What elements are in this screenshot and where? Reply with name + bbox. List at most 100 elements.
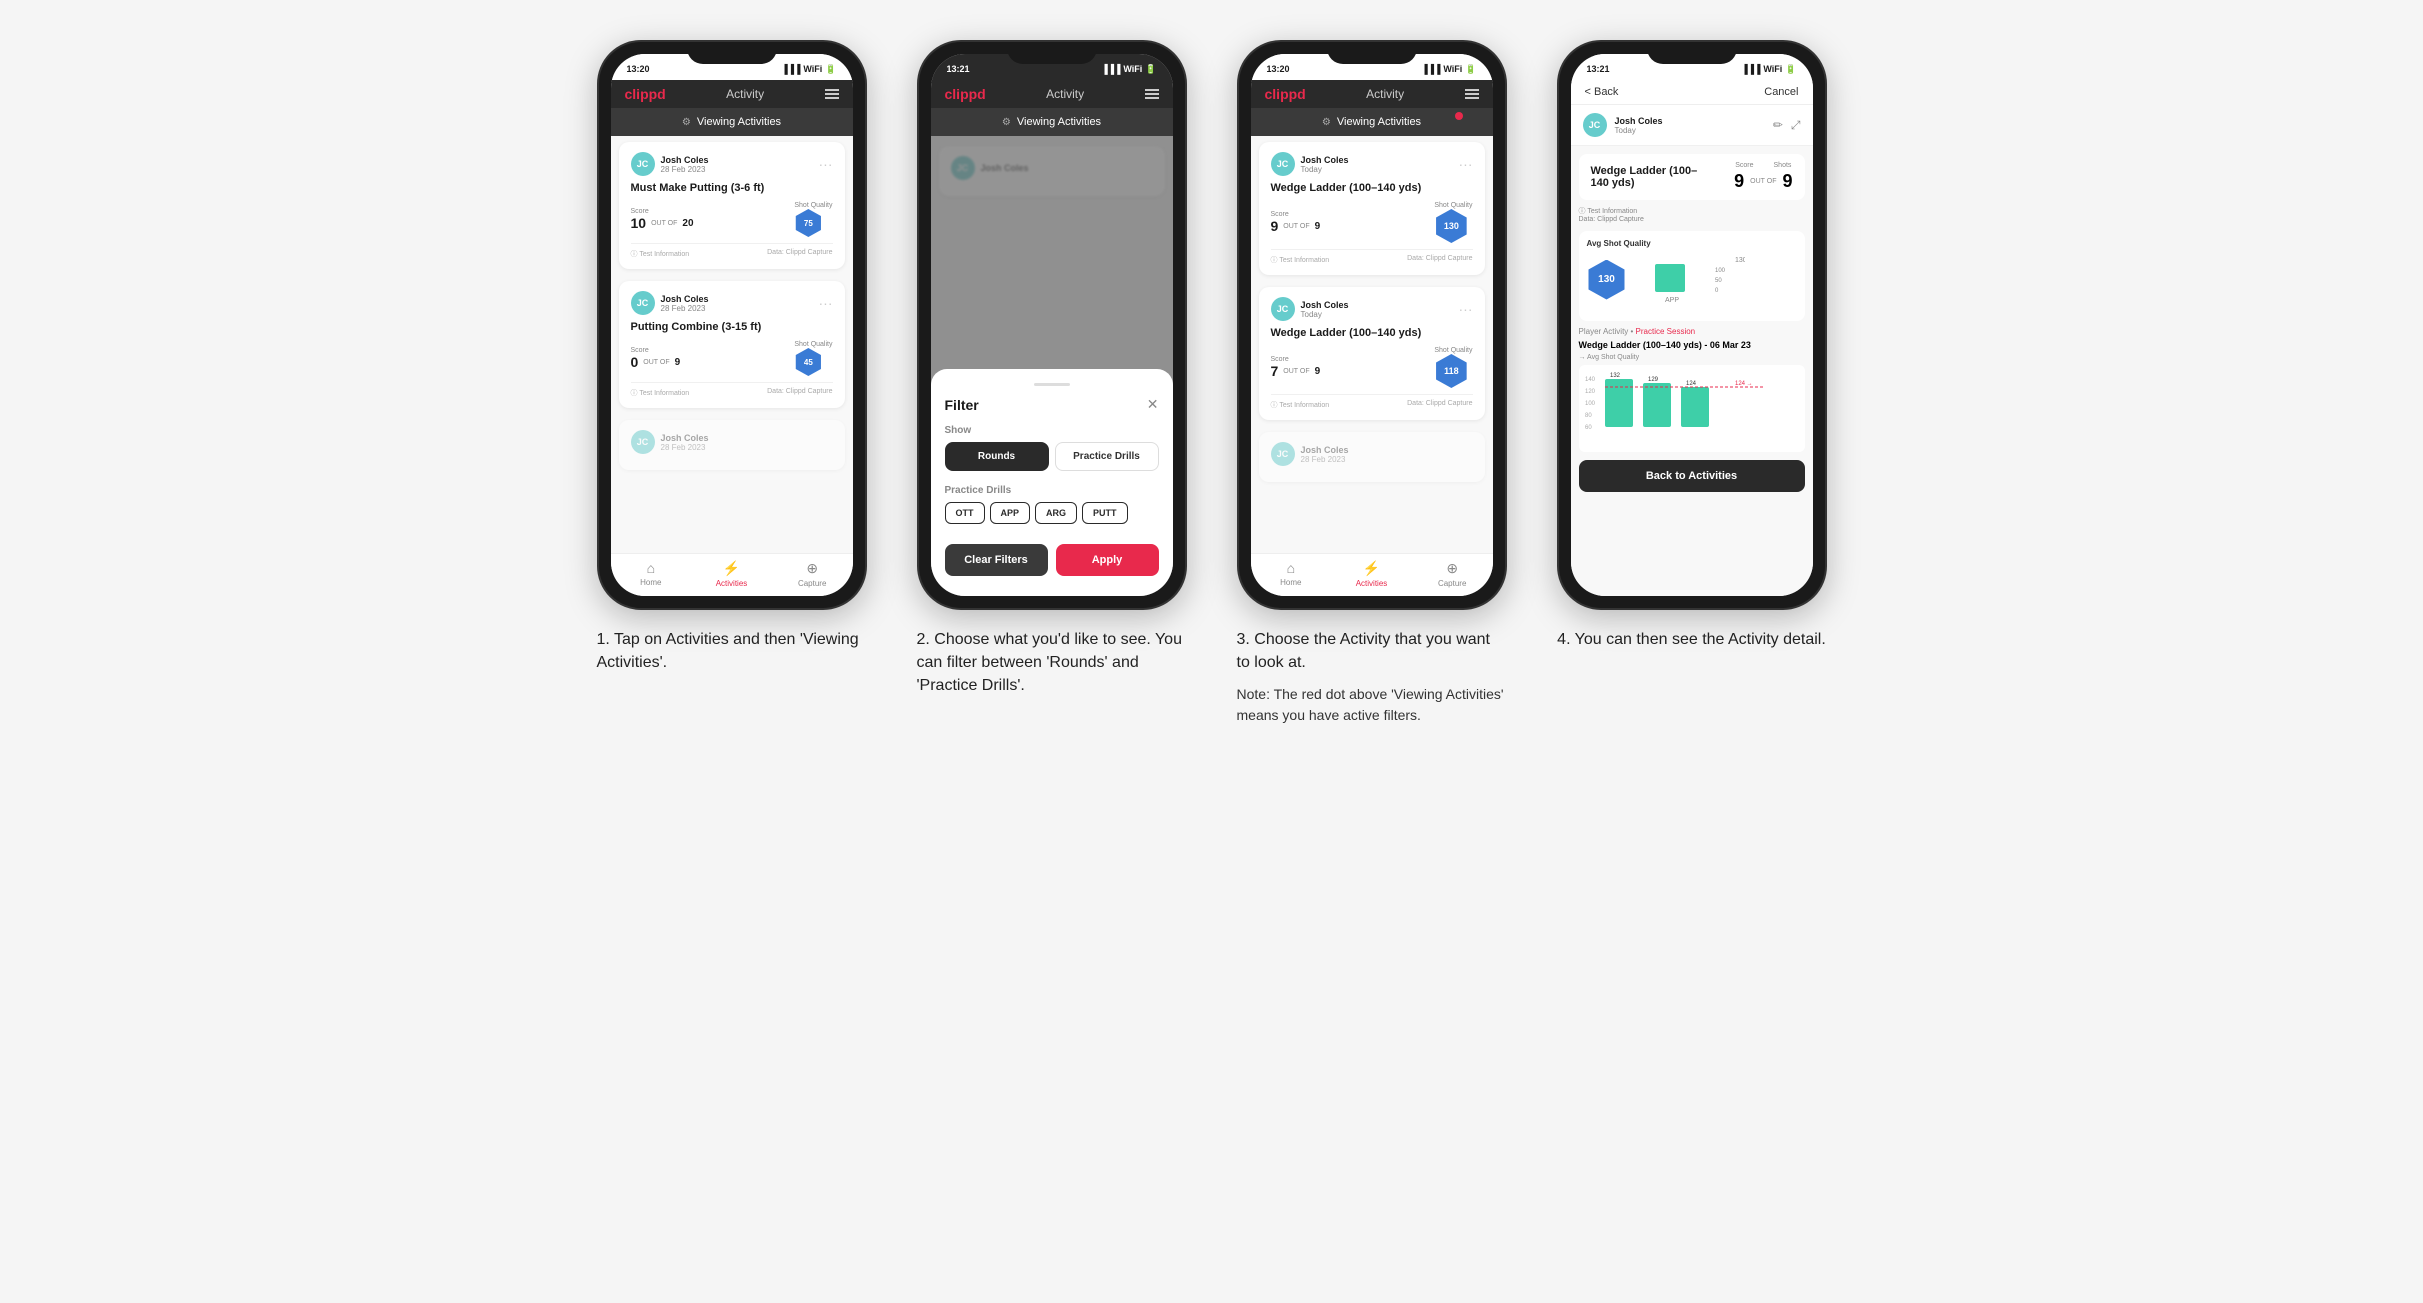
notch-3 (1327, 42, 1417, 64)
nav-activities-3[interactable]: ⚡ Activities (1331, 560, 1412, 588)
avg-hex-4: 130 (1587, 260, 1627, 300)
detail-icons-4: ✏ ⤢ (1773, 118, 1801, 133)
close-filter-btn[interactable]: ✕ (1147, 396, 1159, 413)
out-of-2: OUT OF (643, 359, 669, 366)
caption-1: 1. Tap on Activities and then 'Viewing A… (597, 628, 867, 674)
user-name-3: Josh Coles (661, 433, 709, 443)
logo-1: clippd (625, 86, 666, 102)
detail-user-row-4: JC Josh Coles Today ✏ ⤢ (1571, 105, 1813, 146)
tag-arg[interactable]: ARG (1035, 502, 1077, 524)
detail-content-4: Wedge Ladder (100–140 yds) Score Shots 9… (1571, 146, 1813, 596)
menu-icon-2[interactable] (1145, 89, 1159, 99)
phone-4: 13:21 ▐▐▐ WiFi 🔋 < Back Cancel JC (1557, 40, 1827, 610)
notch-1 (687, 42, 777, 64)
svg-text:130: 130 (1735, 257, 1745, 264)
svg-text:140: 140 (1585, 377, 1596, 383)
quality-label-2: Shot Quality (794, 341, 832, 348)
viewing-bar-3[interactable]: ⚙ Viewing Activities (1251, 108, 1493, 136)
svg-text:129: 129 (1648, 377, 1659, 383)
clear-filters-btn[interactable]: Clear Filters (945, 544, 1048, 576)
tag-ott[interactable]: OTT (945, 502, 985, 524)
filter-drag-handle[interactable] (1034, 383, 1070, 386)
rounds-toggle[interactable]: Rounds (945, 442, 1049, 471)
phone-4-inner: 13:21 ▐▐▐ WiFi 🔋 < Back Cancel JC (1571, 54, 1813, 596)
detail-user-date-4: Today (1615, 126, 1663, 135)
detail-user-name-4: Josh Coles (1615, 116, 1663, 126)
back-to-activities-btn-4[interactable]: Back to Activities (1579, 460, 1805, 492)
activity-card-3-partial: JC Josh Coles 28 Feb 2023 (1259, 432, 1485, 482)
nav-home-1[interactable]: ⌂ Home (611, 560, 692, 588)
tag-putt[interactable]: PUTT (1082, 502, 1128, 524)
user-info-3-2: JC Josh Coles Today (1271, 297, 1349, 321)
filter-title-2: Filter (945, 397, 979, 413)
practice-drills-toggle[interactable]: Practice Drills (1055, 442, 1159, 471)
nav-capture-1[interactable]: ⊕ Capture (772, 560, 853, 588)
filter-icon-2: ⚙ (1002, 117, 1011, 128)
viewing-label-2: Viewing Activities (1017, 116, 1101, 128)
menu-icon-1[interactable] (825, 89, 839, 99)
menu-icon-3[interactable] (1465, 89, 1479, 99)
cancel-btn-4[interactable]: Cancel (1764, 86, 1798, 98)
quality-badge-1: 75 (794, 209, 822, 237)
phone-2: 13:21 ▐▐▐ WiFi 🔋 clippd Activity ⚙ (917, 40, 1187, 610)
shots-val-1: 20 (682, 218, 693, 229)
wifi-icon-4: WiFi (1763, 64, 1782, 74)
app-nav-3: clippd Activity (1251, 80, 1493, 108)
user-info-2: JC Josh Coles 28 Feb 2023 (631, 291, 709, 315)
nav-activities-1[interactable]: ⚡ Activities (691, 560, 772, 588)
viewing-bar-1[interactable]: ⚙ Viewing Activities (611, 108, 853, 136)
card-header-3-1: JC Josh Coles Today ··· (1271, 152, 1473, 176)
activity-card-3-1[interactable]: JC Josh Coles Today ··· Wedge Ladder (10… (1259, 142, 1485, 275)
nav-capture-3[interactable]: ⊕ Capture (1412, 560, 1493, 588)
user-name-2: Josh Coles (661, 294, 709, 304)
activity-title-2: Putting Combine (3-15 ft) (631, 321, 833, 333)
tag-app[interactable]: APP (990, 502, 1031, 524)
caption-1-number: 1. (597, 631, 610, 648)
filter-header-2: Filter ✕ (945, 396, 1159, 413)
activity-card-3-2[interactable]: JC Josh Coles Today ··· Wedge Ladder (10… (1259, 287, 1485, 420)
viewing-bar-2[interactable]: ⚙ Viewing Activities (931, 108, 1173, 136)
caption-2: 2. Choose what you'd like to see. You ca… (917, 628, 1187, 698)
status-time-4: 13:21 (1587, 64, 1610, 74)
detail-avatar-4: JC (1583, 113, 1607, 137)
logo-2: clippd (945, 86, 986, 102)
apply-btn[interactable]: Apply (1056, 544, 1159, 576)
session-type-4: Practice Session (1636, 327, 1696, 336)
nav-home-3[interactable]: ⌂ Home (1251, 560, 1332, 588)
more-dots-3-2[interactable]: ··· (1459, 301, 1473, 317)
back-btn-4[interactable]: < Back (1585, 86, 1619, 98)
session-drill-label-4: Wedge Ladder (100–140 yds) - 06 Mar 23 (1579, 340, 1805, 350)
status-icons-2: ▐▐▐ WiFi 🔋 (1101, 64, 1156, 75)
bar-chart-4: 140 120 100 80 60 132 129 (1579, 365, 1805, 452)
activities-icon-3: ⚡ (1363, 560, 1380, 577)
activity-card-1[interactable]: JC Josh Coles 28 Feb 2023 ··· Must Make … (619, 142, 845, 269)
more-dots-2[interactable]: ··· (819, 295, 833, 311)
home-icon-3: ⌂ (1287, 560, 1295, 576)
card-footer-3-1: ⓘ Test Information Data: Clippd Capture (1271, 249, 1473, 265)
app-nav-1: clippd Activity (611, 80, 853, 108)
battery-icon-4: 🔋 (1785, 64, 1796, 75)
score-val-1: 10 (631, 215, 647, 231)
logo-3: clippd (1265, 86, 1306, 102)
phone-1-inner: 13:20 ▐▐▐ WiFi 🔋 clippd Activity (611, 54, 853, 596)
svg-text:80: 80 (1585, 413, 1592, 419)
capture-icon-3: ⊕ (1446, 560, 1458, 577)
activity-card-2[interactable]: JC Josh Coles 28 Feb 2023 ··· Putting Co… (619, 281, 845, 408)
viewing-label-3: Viewing Activities (1337, 116, 1421, 128)
detail-info-4: ⓘ Test Information Data: Clippd Capture (1579, 206, 1805, 223)
edit-icon-4[interactable]: ✏ (1773, 118, 1783, 133)
user-details-3-2: Josh Coles Today (1301, 300, 1349, 319)
score-label-2: Score (631, 347, 681, 354)
more-dots-1[interactable]: ··· (819, 156, 833, 172)
stats-row-1: Score 10 OUT OF 20 Shot Quality (631, 202, 833, 237)
avatar-2: JC (631, 291, 655, 315)
battery-icon-2: 🔋 (1145, 64, 1156, 75)
more-dots-3-1[interactable]: ··· (1459, 156, 1473, 172)
user-details-3: Josh Coles 28 Feb 2023 (661, 433, 709, 452)
user-details-3-1: Josh Coles Today (1301, 155, 1349, 174)
wifi-icon-3: WiFi (1443, 64, 1462, 74)
expand-icon-4[interactable]: ⤢ (1791, 118, 1801, 133)
card-footer-3-2: ⓘ Test Information Data: Clippd Capture (1271, 394, 1473, 410)
user-info-3: JC Josh Coles 28 Feb 2023 (631, 430, 709, 454)
quality-label-1: Shot Quality (794, 202, 832, 209)
